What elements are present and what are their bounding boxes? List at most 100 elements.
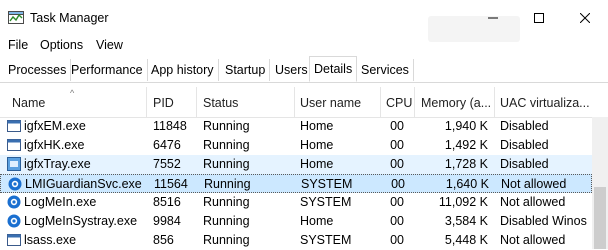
process-pid: 7552 — [153, 157, 181, 171]
process-pid: 11848 — [153, 119, 187, 133]
scrollbar-thumb[interactable] — [594, 187, 606, 249]
process-user: Home — [300, 119, 334, 133]
process-status: Running — [203, 157, 250, 171]
tab-processes[interactable]: Processes — [4, 59, 72, 81]
process-uac: Not allowed — [501, 177, 567, 191]
process-user: SYSTEM — [300, 195, 352, 209]
tab-bar: Processes Performance App history Startu… — [0, 56, 608, 83]
table-row[interactable]: igfxHK.exe 6476 Running Home 00 1,492 K … — [0, 136, 592, 155]
process-memory: 1,728 K — [444, 157, 488, 171]
process-name: LMIGuardianSvc.exe — [25, 177, 142, 191]
column-user-name[interactable]: User name — [300, 96, 361, 110]
process-name: LogMeIn.exe — [24, 195, 97, 209]
process-status: Running — [203, 214, 250, 228]
column-cpu[interactable]: CPU — [386, 96, 412, 110]
process-status: Running — [203, 233, 250, 247]
process-status: Running — [203, 119, 250, 133]
menu-options[interactable]: Options — [40, 38, 83, 52]
process-cpu: 00 — [390, 214, 404, 228]
process-pid: 9984 — [153, 214, 181, 228]
process-uac: Disabled — [500, 138, 549, 152]
process-uac: Disabled Winos — [500, 214, 587, 228]
tab-app-history[interactable]: App history — [147, 59, 219, 81]
table-row[interactable]: igfxTray.exe 7552 Running Home 00 1,728 … — [0, 155, 592, 174]
column-pid[interactable]: PID — [153, 96, 174, 110]
process-pid: 11564 — [154, 177, 188, 191]
process-name: igfxTray.exe — [24, 157, 91, 171]
process-status: Running — [203, 195, 250, 209]
window-app-icon — [7, 120, 21, 132]
window-app-icon — [7, 234, 21, 246]
process-user: Home — [300, 214, 334, 228]
sort-ascending-icon: ^ — [70, 88, 75, 98]
column-divider[interactable] — [294, 87, 295, 117]
process-memory: 3,584 K — [444, 214, 488, 228]
process-name: igfxEM.exe — [24, 119, 86, 133]
tab-users[interactable]: Users — [271, 59, 313, 81]
close-icon — [580, 13, 590, 23]
process-cpu: 00 — [391, 177, 405, 191]
tab-details[interactable]: Details — [309, 56, 358, 82]
process-cpu: 00 — [390, 157, 404, 171]
vertical-scrollbar[interactable] — [592, 117, 608, 249]
column-divider[interactable] — [380, 87, 381, 117]
table-row[interactable]: igfxEM.exe 11848 Running Home 00 1,940 K… — [0, 117, 592, 136]
close-button[interactable] — [562, 0, 608, 36]
table-row[interactable]: LogMeInSystray.exe 9984 Running Home 00 … — [0, 212, 592, 231]
process-uac: Disabled — [500, 119, 549, 133]
minimize-button[interactable] — [470, 0, 516, 36]
menu-file[interactable]: File — [8, 38, 28, 52]
table-row[interactable]: LogMeIn.exe 8516 Running SYSTEM 00 11,09… — [0, 193, 592, 212]
process-name: lsass.exe — [24, 233, 77, 247]
tab-performance[interactable]: Performance — [67, 59, 148, 81]
menu-bar: File Options View — [0, 36, 608, 56]
intel-graphics-icon — [7, 157, 21, 171]
process-name: igfxHK.exe — [24, 138, 85, 152]
process-user: Home — [300, 157, 334, 171]
process-user: SYSTEM — [301, 177, 353, 191]
column-memory[interactable]: Memory (a... — [421, 96, 491, 110]
column-status[interactable]: Status — [203, 96, 238, 110]
process-status: Running — [204, 177, 251, 191]
menu-view[interactable]: View — [96, 38, 123, 52]
process-pid: 6476 — [153, 138, 181, 152]
window-app-icon — [7, 139, 21, 151]
logmein-icon — [7, 195, 21, 209]
process-cpu: 00 — [390, 138, 404, 152]
table-row[interactable]: lsass.exe 856 Running SYSTEM 00 5,448 K … — [0, 231, 592, 250]
table-row-selected[interactable]: LMIGuardianSvc.exe 11564 Running SYSTEM … — [0, 174, 592, 193]
column-divider[interactable] — [146, 87, 147, 117]
column-name[interactable]: Name — [12, 96, 45, 110]
tab-startup[interactable]: Startup — [221, 59, 271, 81]
process-cpu: 00 — [390, 233, 404, 247]
process-uac: Not allowed — [500, 195, 566, 209]
process-memory: 11,092 K — [438, 195, 488, 209]
maximize-icon — [534, 13, 544, 23]
logmein-icon — [8, 177, 22, 191]
tab-services[interactable]: Services — [357, 59, 414, 81]
maximize-button[interactable] — [516, 0, 562, 36]
window-title: Task Manager — [30, 11, 109, 25]
process-status: Running — [203, 138, 250, 152]
title-bar: Task Manager — [0, 0, 608, 42]
process-user: SYSTEM — [300, 233, 352, 247]
process-cpu: 00 — [390, 195, 404, 209]
task-manager-icon — [8, 11, 24, 24]
process-uac: Disabled — [500, 157, 549, 171]
process-pid: 856 — [153, 233, 174, 247]
process-memory: 1,492 K — [444, 138, 488, 152]
column-divider[interactable] — [494, 87, 495, 117]
logmein-icon — [7, 214, 21, 228]
column-divider[interactable] — [196, 87, 197, 117]
column-divider[interactable] — [414, 87, 415, 117]
minimize-icon — [488, 17, 498, 19]
process-pid: 8516 — [153, 195, 181, 209]
process-cpu: 00 — [390, 119, 404, 133]
process-name: LogMeInSystray.exe — [24, 214, 138, 228]
process-memory: 1,940 K — [444, 119, 488, 133]
process-memory: 1,640 K — [445, 177, 489, 191]
process-uac: Not allowed — [500, 233, 566, 247]
process-memory: 5,448 K — [444, 233, 488, 247]
column-uac-virtualization[interactable]: UAC virtualiza... — [500, 96, 590, 110]
column-header: ^ Name PID Status User name CPU Memory (… — [0, 87, 608, 118]
